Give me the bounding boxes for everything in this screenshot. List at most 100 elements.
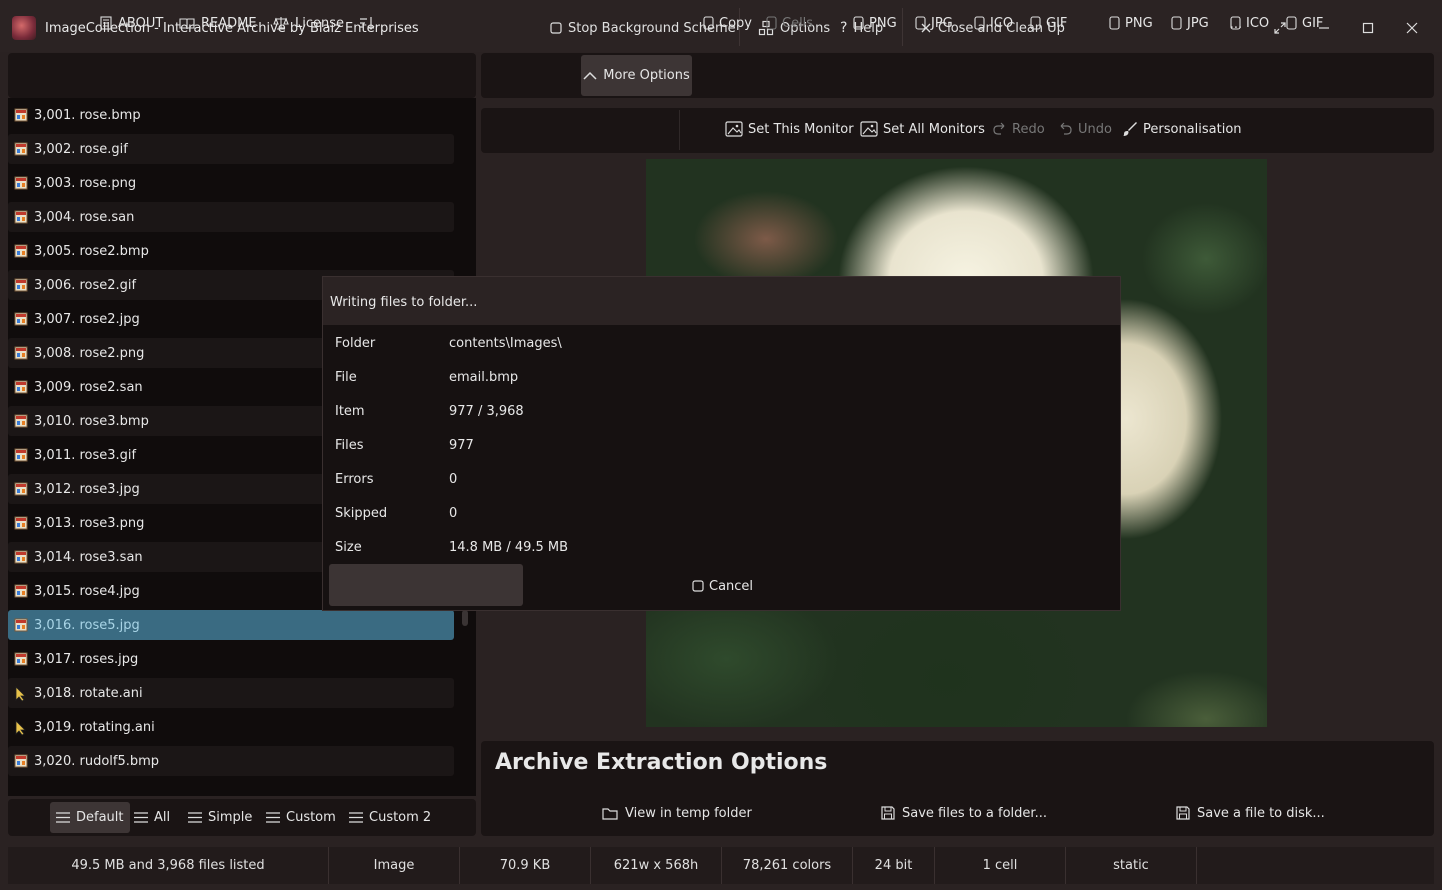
set-all-monitors-button[interactable]: Set All Monitors bbox=[860, 118, 985, 140]
cells-label: Cells bbox=[782, 15, 814, 31]
undo-label: Undo bbox=[1078, 121, 1112, 137]
file-list-item[interactable]: 3,004. rose.san bbox=[8, 202, 454, 232]
view-in-temp-folder-button[interactable]: View in temp folder bbox=[602, 802, 752, 824]
copy-icon bbox=[974, 16, 985, 30]
save-file-to-disk-button[interactable]: Save a file to disk... bbox=[1176, 802, 1325, 824]
copy-jpg-label: JPG bbox=[931, 15, 953, 31]
file-list-item[interactable]: 3,019. rotating.ani bbox=[8, 712, 454, 742]
tab-default[interactable]: Default bbox=[50, 802, 130, 833]
close-icon bbox=[1406, 22, 1418, 34]
copy-icon bbox=[1230, 16, 1241, 30]
tab-all[interactable]: All bbox=[128, 802, 176, 833]
copy-png-label: PNG bbox=[869, 15, 897, 31]
more-options-label: More Options bbox=[603, 68, 690, 83]
size-label: Size bbox=[335, 540, 362, 555]
divider bbox=[902, 8, 903, 46]
file-list-item[interactable]: 3,020. rudolf5.bmp bbox=[8, 746, 454, 776]
personalisation-button[interactable]: Personalisation bbox=[1122, 118, 1242, 140]
status-kind: Image bbox=[329, 847, 460, 884]
undo-button[interactable]: Undo bbox=[1058, 118, 1112, 140]
copy-button[interactable]: Copy bbox=[703, 12, 752, 34]
copy-icon bbox=[766, 16, 777, 30]
tab-all-label: All bbox=[154, 810, 171, 825]
item-label: Item bbox=[335, 404, 365, 419]
file-list-item[interactable]: 3,001. rose.bmp bbox=[8, 100, 454, 130]
list-icon bbox=[56, 812, 70, 823]
redo-icon bbox=[992, 122, 1007, 136]
save-disk-label: Save a file to disk... bbox=[1197, 805, 1325, 821]
save-jpg-button[interactable]: JPG bbox=[1171, 12, 1209, 34]
more-options-button[interactable]: More Options bbox=[581, 55, 692, 96]
copy-icon bbox=[853, 16, 864, 30]
set-this-monitor-button[interactable]: Set This Monitor bbox=[725, 118, 854, 140]
view-temp-label: View in temp folder bbox=[625, 805, 752, 821]
cells-button[interactable]: Cells bbox=[766, 12, 813, 34]
copy-icon bbox=[1109, 16, 1120, 30]
image-file-icon bbox=[14, 414, 28, 428]
dialog-title: Writing files to folder... bbox=[330, 295, 478, 310]
status-cells: 1 cell bbox=[935, 847, 1066, 884]
question-icon: ? bbox=[840, 20, 848, 36]
cancel-button[interactable]: Cancel bbox=[692, 576, 753, 596]
license-button[interactable]: License bbox=[273, 12, 344, 34]
progress-bar bbox=[329, 564, 523, 606]
copy-icon bbox=[703, 16, 714, 30]
file-list-item[interactable]: 3,002. rose.gif bbox=[8, 134, 454, 164]
status-summary: 49.5 MB and 3,968 files listed bbox=[8, 847, 329, 884]
tab-custom[interactable]: Custom bbox=[260, 802, 342, 833]
file-list-item[interactable]: 3,018. rotate.ani bbox=[8, 678, 454, 708]
file-list-item-label: 3,003. rose.png bbox=[34, 175, 137, 191]
file-list-item-label: 3,008. rose2.png bbox=[34, 345, 145, 361]
copy-icon bbox=[915, 16, 926, 30]
image-file-icon bbox=[14, 244, 28, 258]
folder-value: contents\Images\ bbox=[449, 336, 562, 351]
save-ico-button[interactable]: ICO bbox=[1230, 12, 1269, 34]
file-list-item[interactable]: 3,017. roses.jpg bbox=[8, 644, 454, 674]
image-file-icon bbox=[14, 142, 28, 156]
about-label: ABOUT bbox=[118, 15, 164, 31]
chevron-up-icon bbox=[583, 71, 597, 81]
save-gif-button[interactable]: GIF bbox=[1286, 12, 1323, 34]
save-files-to-folder-button[interactable]: Save files to a folder... bbox=[881, 802, 1047, 824]
file-list-item-label: 3,007. rose2.jpg bbox=[34, 311, 140, 327]
save-jpg-label: JPG bbox=[1187, 15, 1209, 31]
save-png-button[interactable]: PNG bbox=[1109, 12, 1153, 34]
tab-custom-2[interactable]: Custom 2 bbox=[343, 802, 437, 833]
copy-gif-button[interactable]: GIF bbox=[1030, 12, 1067, 34]
maximize-button[interactable] bbox=[1354, 14, 1382, 42]
file-list-item[interactable]: 3,003. rose.png bbox=[8, 168, 454, 198]
file-list-item-label: 3,006. rose2.gif bbox=[34, 277, 137, 293]
tab-simple[interactable]: Simple bbox=[182, 802, 258, 833]
copy-png-button[interactable]: PNG bbox=[853, 12, 897, 34]
picture-icon bbox=[725, 121, 743, 137]
file-list-item-label: 3,004. rose.san bbox=[34, 209, 135, 225]
copy-ico-button[interactable]: ICO bbox=[974, 12, 1013, 34]
tab-custom-label: Custom bbox=[286, 810, 336, 825]
checkbox-icon bbox=[550, 22, 562, 34]
copy-jpg-button[interactable]: JPG bbox=[915, 12, 953, 34]
image-file-icon bbox=[14, 550, 28, 564]
copy-ico-label: ICO bbox=[990, 15, 1014, 31]
skipped-value: 0 bbox=[449, 506, 458, 521]
sort-button[interactable] bbox=[359, 12, 375, 34]
redo-button[interactable]: Redo bbox=[992, 118, 1045, 140]
tab-default-label: Default bbox=[76, 810, 124, 825]
set-this-monitor-label: Set This Monitor bbox=[748, 121, 854, 137]
file-list-item[interactable]: 3,005. rose2.bmp bbox=[8, 236, 454, 266]
tab-custom-2-label: Custom 2 bbox=[369, 810, 432, 825]
save-png-label: PNG bbox=[1125, 15, 1153, 31]
readme-label: README bbox=[201, 15, 257, 31]
size-value: 14.8 MB / 49.5 MB bbox=[449, 540, 569, 555]
app-logo-icon bbox=[12, 16, 36, 40]
picture-icon bbox=[860, 121, 878, 137]
list-icon bbox=[349, 812, 363, 823]
floppy-icon bbox=[1176, 806, 1190, 820]
file-list-item[interactable]: 3,016. rose5.jpg bbox=[8, 610, 454, 640]
readme-button[interactable]: README bbox=[179, 12, 257, 34]
undo-icon bbox=[1058, 122, 1073, 136]
skipped-label: Skipped bbox=[335, 506, 388, 521]
about-button[interactable]: ABOUT bbox=[100, 12, 163, 34]
files-label: Files bbox=[335, 438, 364, 453]
copy-icon bbox=[1286, 16, 1297, 30]
window-close-button[interactable] bbox=[1398, 14, 1426, 42]
